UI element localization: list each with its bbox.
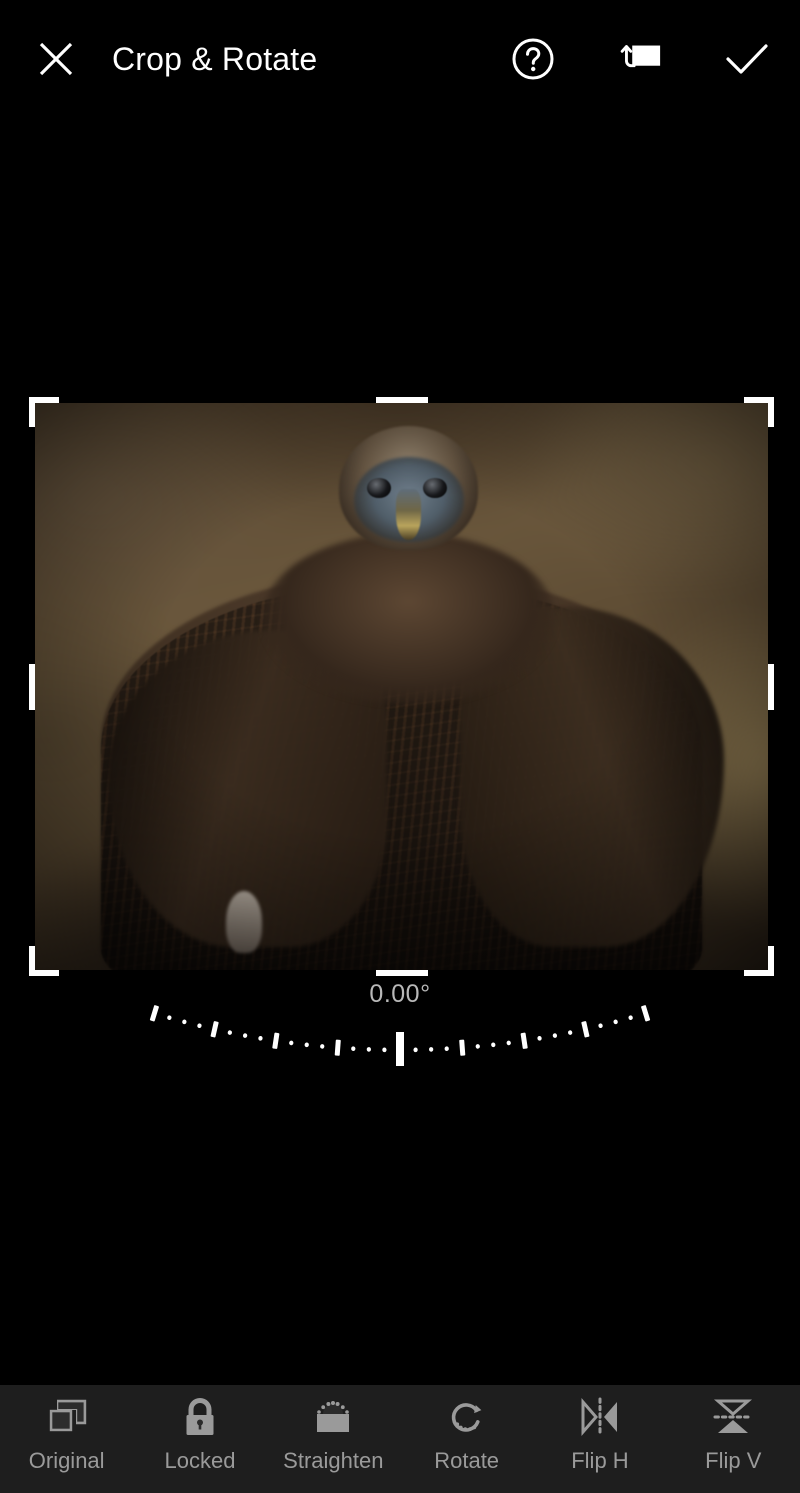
header-bar: Crop & Rotate xyxy=(0,0,800,118)
rotation-dial[interactable]: 0.00° xyxy=(0,970,800,1100)
tool-rotate[interactable]: Rotate xyxy=(403,1397,531,1474)
tool-original[interactable]: Original xyxy=(3,1397,131,1474)
dial-ticks xyxy=(149,1005,651,1066)
tool-locked[interactable]: Locked xyxy=(136,1397,264,1474)
tool-label: Rotate xyxy=(434,1448,500,1473)
tool-label: Straighten xyxy=(283,1448,384,1473)
aspect-ratio-icon xyxy=(620,45,661,68)
tool-label: Locked xyxy=(164,1448,236,1473)
help-circle-icon xyxy=(512,38,554,80)
page-title: Crop & Rotate xyxy=(112,40,318,77)
photo-vignette xyxy=(35,403,768,970)
crop-handle-top-left[interactable] xyxy=(29,397,59,427)
crop-handle-top[interactable] xyxy=(375,397,428,403)
flip-h-icon xyxy=(577,1397,623,1437)
crop-frame[interactable] xyxy=(29,397,774,976)
tool-straighten[interactable]: Straighten xyxy=(269,1397,397,1474)
crop-handle-top-right[interactable] xyxy=(744,397,774,427)
close-button[interactable] xyxy=(33,36,79,82)
tool-flip-h[interactable]: Flip H xyxy=(536,1397,664,1474)
rotate-cw-icon xyxy=(445,1397,489,1437)
done-button[interactable] xyxy=(722,34,772,84)
flip-v-icon xyxy=(710,1397,756,1437)
close-icon xyxy=(39,42,73,76)
crop-handle-right[interactable] xyxy=(768,663,774,710)
checkmark-icon xyxy=(726,44,768,74)
tool-label: Original xyxy=(28,1448,105,1473)
image-canvas[interactable]: 0.00° xyxy=(0,118,800,1385)
straighten-icon xyxy=(310,1397,356,1437)
layers-icon xyxy=(45,1397,89,1437)
help-button[interactable] xyxy=(508,34,558,84)
crop-rotate-screen: Crop & Rotate 0.00° Original Locked Stra… xyxy=(0,0,800,1493)
bottom-toolbar: Original Locked Straighten Rotate Flip H… xyxy=(0,1385,800,1493)
aspect-ratio-button[interactable] xyxy=(613,34,663,84)
tool-flip-v[interactable]: Flip V xyxy=(669,1397,797,1474)
dial-center-indicator xyxy=(396,1032,404,1066)
photo-preview xyxy=(35,403,768,970)
crop-handle-left[interactable] xyxy=(29,663,35,710)
tool-label: Flip H xyxy=(571,1448,629,1473)
lock-icon xyxy=(180,1397,220,1437)
tool-label: Flip V xyxy=(705,1448,762,1473)
